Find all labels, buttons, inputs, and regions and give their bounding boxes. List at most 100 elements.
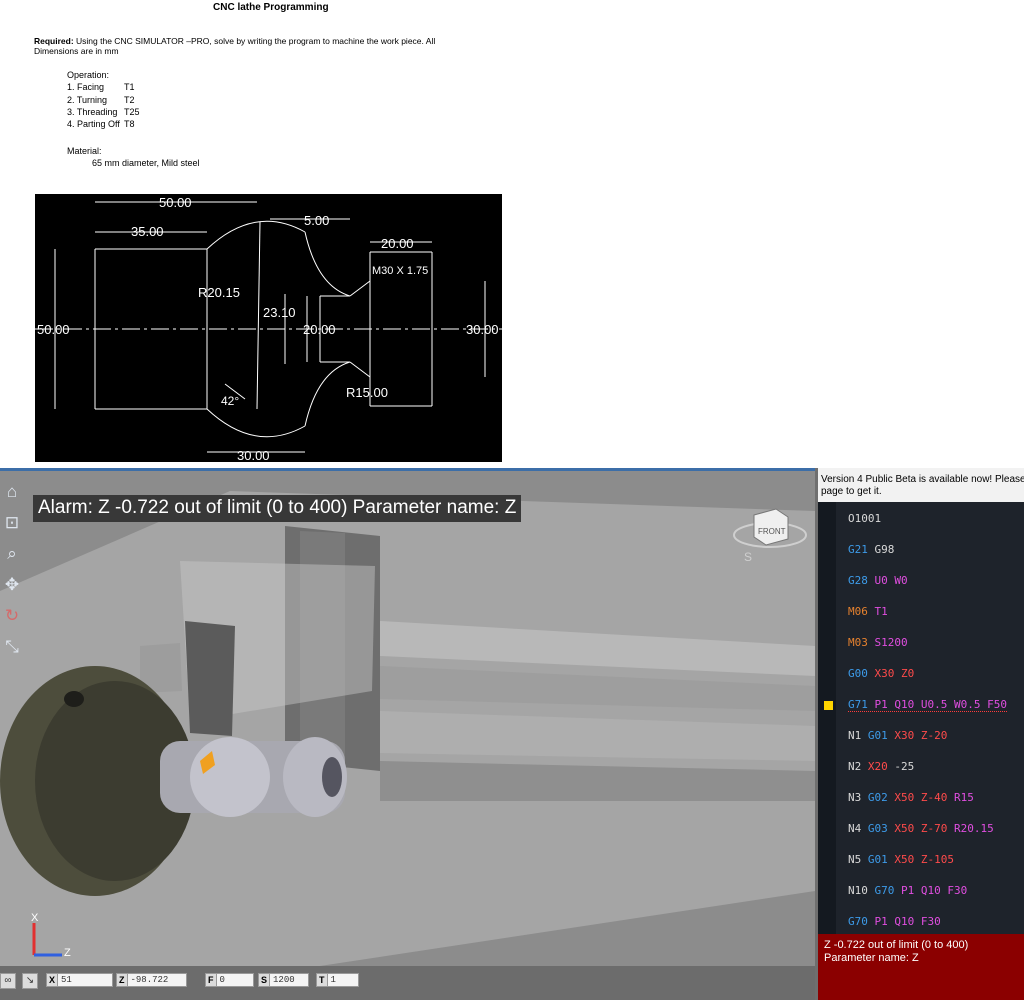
- code-line[interactable]: N3 G02 X50 Z-40 R15: [848, 791, 974, 804]
- operation-item: 2. Turning T2: [67, 94, 135, 106]
- code-token: Z-40: [914, 791, 948, 804]
- operation-label: Operation:: [67, 70, 110, 80]
- dim-50-top: 50.00: [159, 195, 192, 210]
- z-value: -98.722: [127, 973, 187, 987]
- code-line[interactable]: M03 S1200: [848, 636, 908, 649]
- alarm-line-2: Parameter name: Z: [824, 952, 919, 964]
- dim-20-mid: 20.00: [303, 322, 336, 337]
- operation-name: 3. Threading: [67, 106, 118, 117]
- z-readout: Z -98.722: [116, 973, 187, 987]
- code-token: W0.5: [947, 698, 981, 711]
- code-token: X50: [887, 853, 915, 866]
- t-value: 1: [327, 973, 359, 987]
- view-toolbar: ⌂ ⊡ ⌕ ✥ ↻ ⤡: [0, 477, 26, 667]
- code-line[interactable]: N4 G03 X50 Z-70 R20.15: [848, 822, 994, 835]
- t-readout: T 1: [316, 973, 359, 987]
- code-token: R20.15: [947, 822, 994, 835]
- code-token: Z-20: [914, 729, 948, 742]
- view-cube-graphic: FRONT S: [733, 508, 807, 564]
- axis-triad-graphic: X Z: [31, 912, 71, 959]
- axis-z-label: Z: [64, 947, 71, 959]
- code-token: X50: [887, 822, 915, 835]
- code-token: X50: [887, 791, 915, 804]
- code-token: G01: [861, 853, 888, 866]
- axis-x-label: X: [31, 912, 39, 924]
- code-token: F50: [980, 698, 1007, 711]
- alarm-banner: Alarm: Z -0.722 out of limit (0 to 400) …: [33, 495, 522, 522]
- code-token: G70: [848, 915, 868, 928]
- s-label: S: [258, 973, 271, 987]
- code-line[interactable]: N1 G01 X30 Z-20: [848, 729, 947, 742]
- code-line[interactable]: N5 G01 X50 Z-105: [848, 853, 954, 866]
- code-token: X30: [867, 667, 895, 680]
- code-token: M03: [848, 636, 868, 649]
- x-label: X: [46, 973, 59, 987]
- code-token: G03: [861, 822, 888, 835]
- code-line[interactable]: G70 P1 Q10 F30: [848, 915, 941, 928]
- code-line[interactable]: G21 G98: [848, 543, 894, 556]
- x-readout: X 51: [46, 973, 114, 987]
- material-block: Material: 65 mm diameter, Mild steel: [67, 145, 200, 169]
- zoom-box-icon[interactable]: ⊡: [1, 512, 23, 534]
- code-token: W0: [887, 574, 908, 587]
- code-line[interactable]: G71 P1 Q10 U0.5 W0.5 F50: [848, 698, 1007, 712]
- code-token: F30: [914, 915, 941, 928]
- zoom-icon[interactable]: ⌕: [1, 543, 23, 565]
- editor-gutter: [818, 502, 836, 934]
- alarm-panel: Z -0.722 out of limit (0 to 400) Paramet…: [818, 934, 1024, 1000]
- cube-compass: S: [744, 550, 752, 563]
- s-value: 1200: [270, 973, 310, 987]
- tool-icon[interactable]: ↘: [22, 973, 38, 989]
- code-editor-panel: Version 4 Public Beta is available now! …: [818, 468, 1024, 1000]
- radius-15: R15.00: [346, 385, 388, 400]
- dim-20-top: 20.00: [381, 236, 414, 251]
- code-token: Z-70: [914, 822, 948, 835]
- glasses-icon[interactable]: ∞: [0, 973, 16, 989]
- code-token: N2: [848, 760, 862, 773]
- alarm-line-1: Z -0.722 out of limit (0 to 400): [824, 939, 969, 951]
- s-readout: S 1200: [258, 973, 310, 987]
- code-line[interactable]: M06 T1: [848, 605, 888, 618]
- operation-tool: T2: [124, 94, 135, 105]
- code-token: G21: [848, 543, 868, 556]
- code-token: T1: [867, 605, 888, 618]
- beta-notice[interactable]: Version 4 Public Beta is available now! …: [818, 468, 1024, 502]
- code-token: Z-105: [914, 853, 954, 866]
- operation-tool: T1: [124, 82, 135, 93]
- code-token: Q10: [887, 698, 915, 711]
- code-token: N5: [848, 853, 862, 866]
- code-line[interactable]: N2 X20 -25: [848, 760, 914, 773]
- code-line[interactable]: G00 X30 Z0: [848, 667, 914, 680]
- code-token: Z0: [894, 667, 915, 680]
- current-line-marker: [824, 701, 833, 710]
- f-value: 0: [216, 973, 254, 987]
- pan-icon[interactable]: ✥: [1, 574, 23, 596]
- required-text: Required: Using the CNC SIMULATOR –PRO, …: [34, 36, 514, 56]
- 3d-viewport[interactable]: Alarm: Z -0.722 out of limit (0 to 400) …: [0, 468, 815, 969]
- angle-42: 42°: [221, 394, 239, 408]
- dim-30-bottom: 30.00: [237, 448, 270, 462]
- code-line[interactable]: O1001: [848, 512, 881, 525]
- fit-icon[interactable]: ⤡: [1, 636, 23, 658]
- view-cube[interactable]: FRONT S: [728, 493, 808, 564]
- z-label: Z: [116, 973, 128, 987]
- dim-30-right: 30.00: [466, 322, 499, 337]
- f-label: F: [205, 973, 217, 987]
- required-text-2: Dimensions are in mm: [34, 46, 119, 56]
- code-token: G02: [861, 791, 888, 804]
- code-token: G00: [848, 667, 868, 680]
- rotate-icon[interactable]: ↻: [1, 605, 23, 627]
- operation-name: 4. Parting Off: [67, 119, 120, 130]
- document-title: CNC lathe Programming: [213, 2, 329, 13]
- home-icon[interactable]: ⌂: [1, 481, 23, 503]
- code-token: G01: [861, 729, 888, 742]
- operation-tool: T25: [124, 106, 140, 117]
- code-line[interactable]: G28 U0 W0: [848, 574, 908, 587]
- operation-item: 4. Parting Off T8: [67, 118, 135, 130]
- code-token: U0: [867, 574, 888, 587]
- code-line[interactable]: N10 G70 P1 Q10 F30: [848, 884, 967, 897]
- code-token: G70: [867, 884, 895, 897]
- required-text-1: Using the CNC SIMULATOR –PRO, solve by w…: [73, 36, 436, 46]
- code-token: X20: [861, 760, 888, 773]
- drawing-svg: 50.00 35.00 5.00 20.00 M30 X 1.75 R20.15…: [35, 195, 502, 463]
